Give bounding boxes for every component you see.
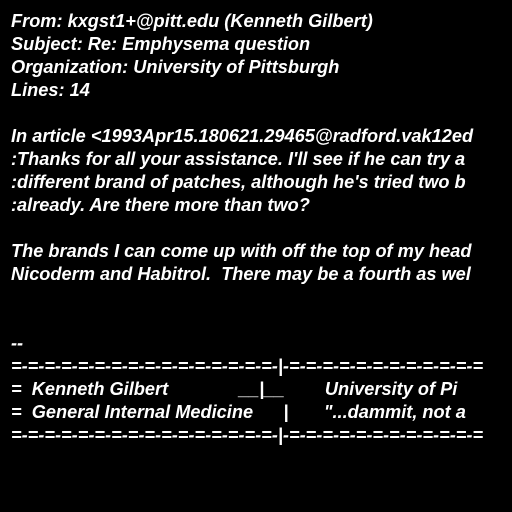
organization-header: Organization: University of Pittsburgh <box>11 57 340 77</box>
subject-header: Subject: Re: Emphysema question <box>11 34 311 54</box>
quoted-line: :already. Are there more than two? <box>11 195 310 215</box>
signature-delimiter: -- <box>11 333 24 353</box>
signature-rule-top: =-=-=-=-=-=-=-=-=-=-=-=-=-=-=-=-|-=-=-=-… <box>11 356 484 376</box>
attribution-line: In article <1993Apr15.180621.29465@radfo… <box>11 126 474 146</box>
signature-line-department: = General Internal Medicine | "...dammit… <box>11 402 466 422</box>
from-header: From: kxgst1+@pitt.edu (Kenneth Gilbert) <box>11 11 373 31</box>
signature-rule-bottom: =-=-=-=-=-=-=-=-=-=-=-=-=-=-=-=-|-=-=-=-… <box>11 425 484 445</box>
reply-line: Nicoderm and Habitrol. There may be a fo… <box>11 264 471 284</box>
quoted-line: :different brand of patches, although he… <box>11 172 466 192</box>
signature-line-name: = Kenneth Gilbert __|__ University of Pi <box>11 379 458 399</box>
lines-header: Lines: 14 <box>11 80 90 100</box>
quoted-line: :Thanks for all your assistance. I'll se… <box>11 149 466 169</box>
reply-line: The brands I can come up with off the to… <box>11 241 472 261</box>
email-message: From: kxgst1+@pitt.edu (Kenneth Gilbert)… <box>0 0 512 512</box>
